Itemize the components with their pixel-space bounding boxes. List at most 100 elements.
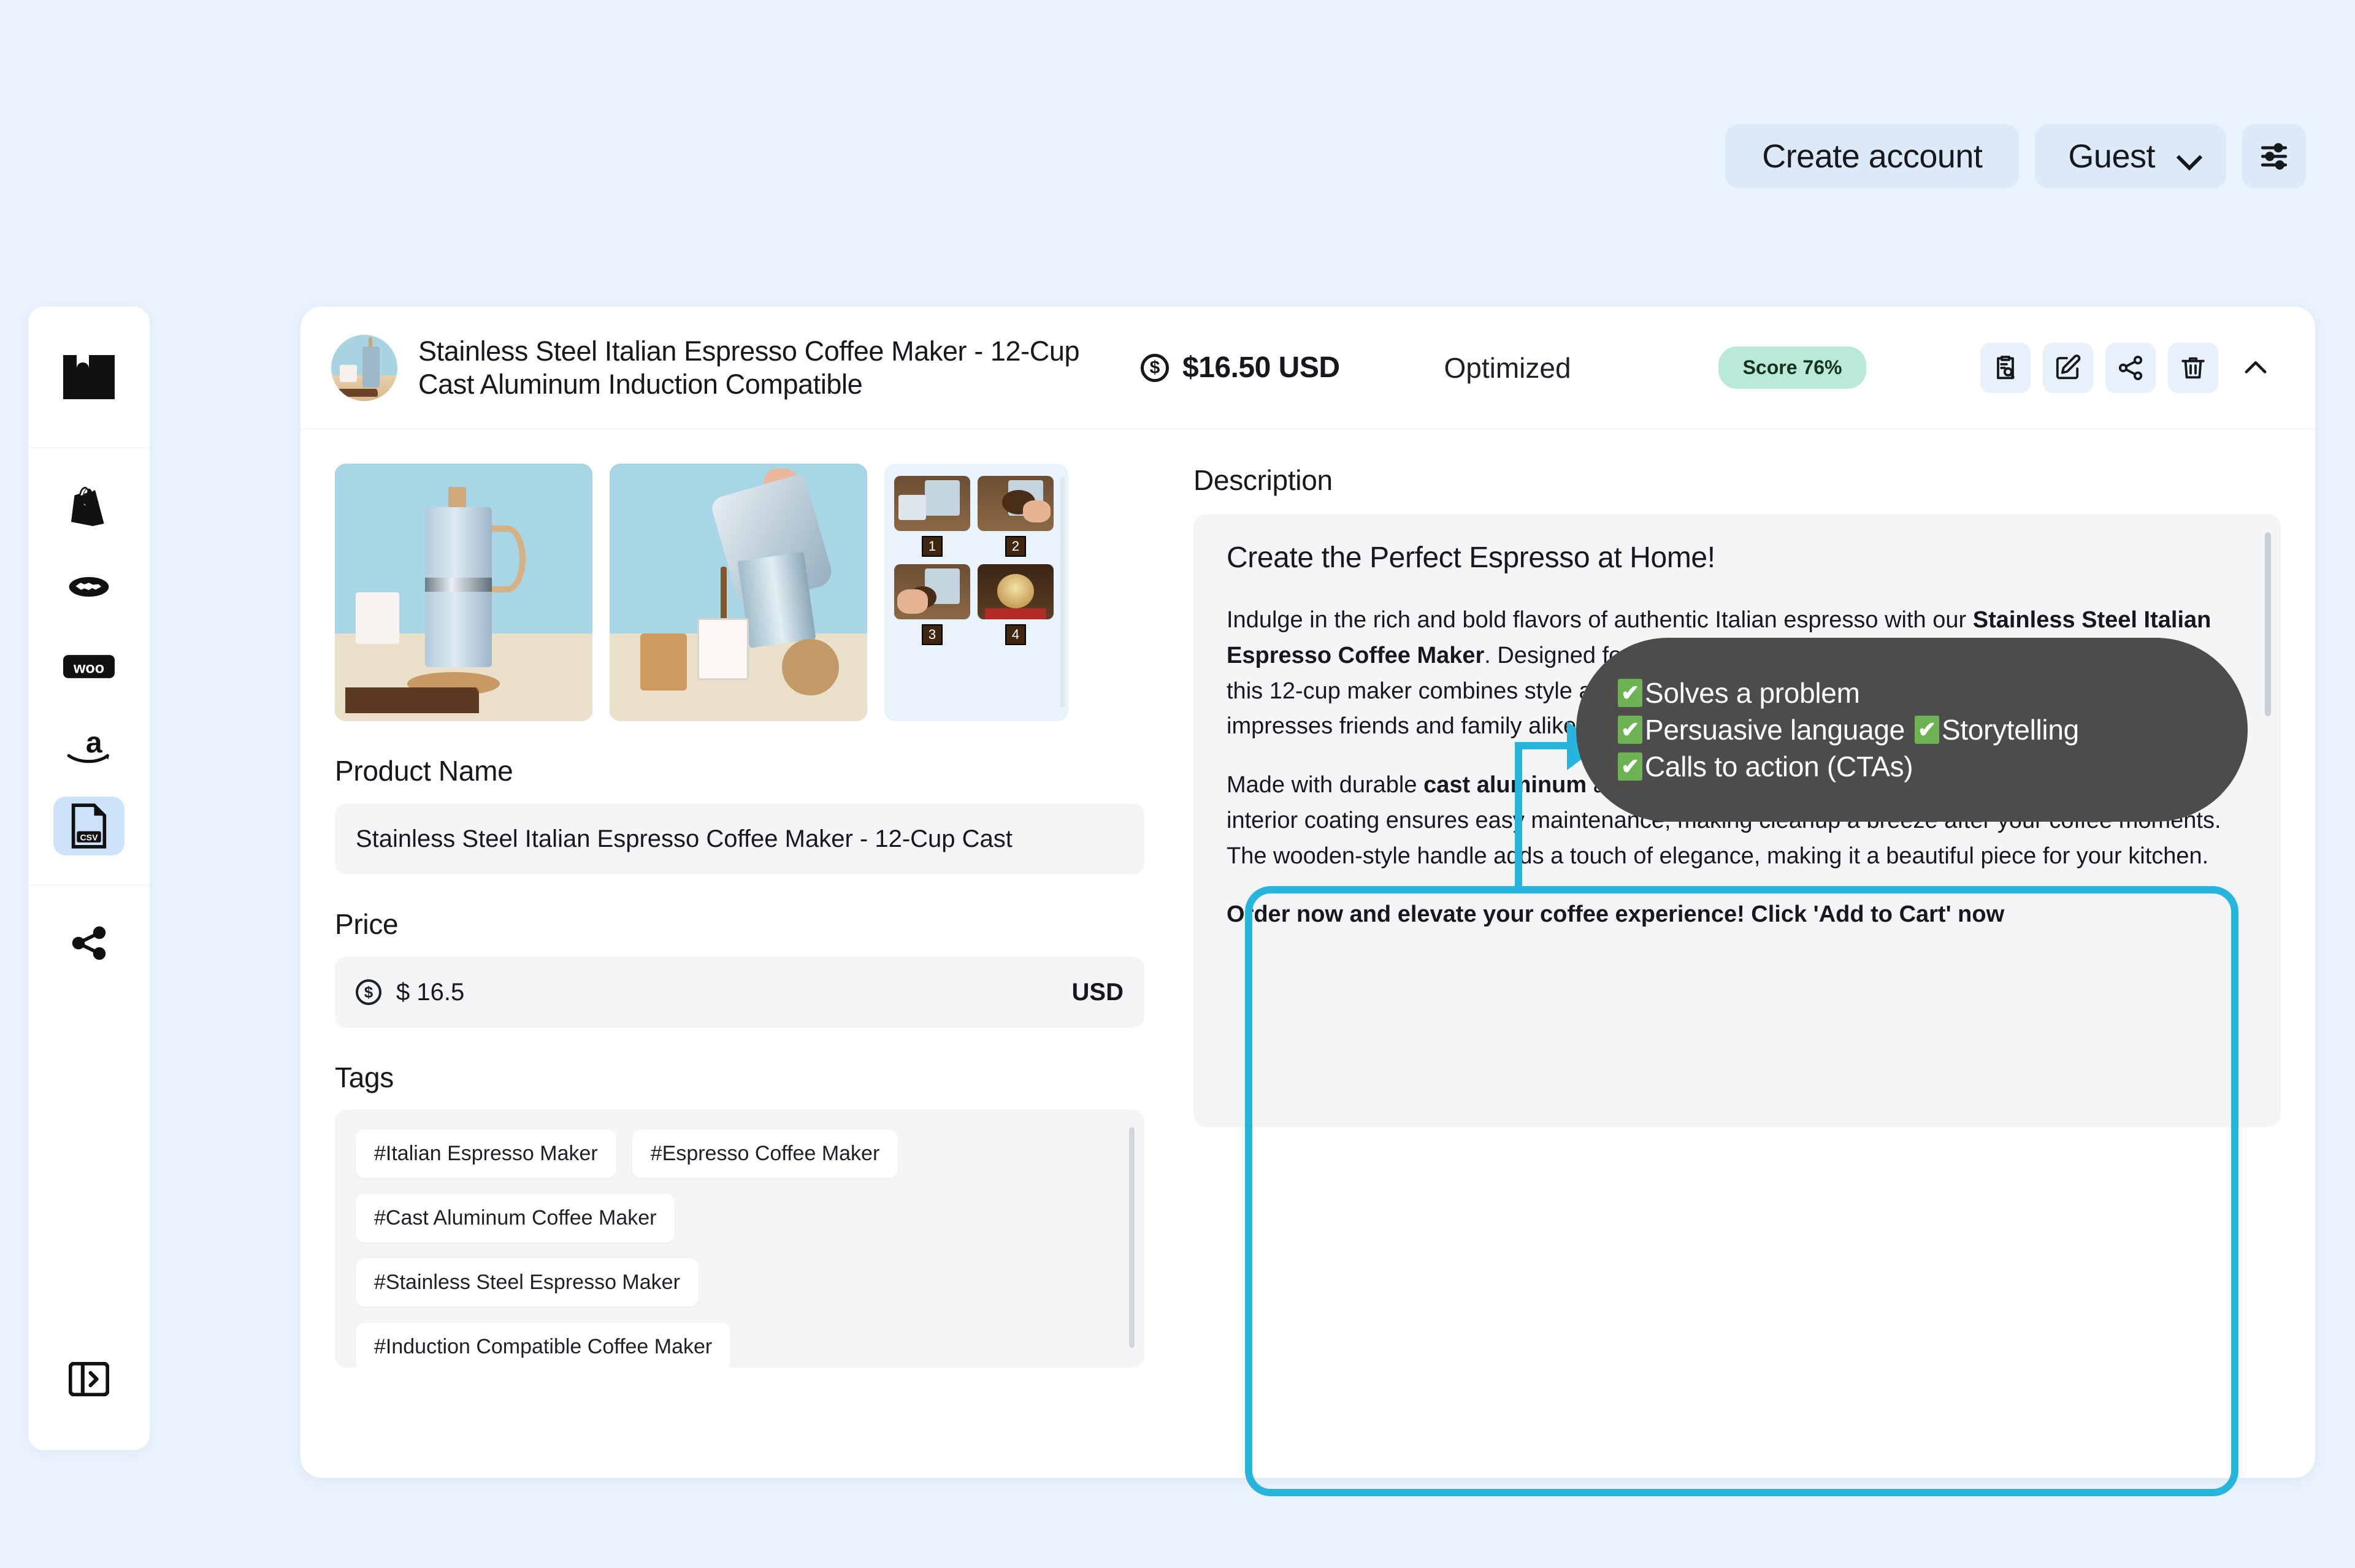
tags-container: #Italian Espresso Maker #Espresso Coffee… — [335, 1110, 1144, 1367]
description-paragraph-3: Order now and elevate your coffee experi… — [1227, 897, 2244, 933]
step-number: 2 — [1005, 536, 1026, 557]
step-thumb — [894, 476, 970, 531]
desc-p3: Order now and elevate your coffee experi… — [1227, 901, 2005, 928]
gallery-image-1[interactable] — [335, 464, 592, 721]
product-header-actions — [1980, 342, 2281, 393]
tooltip-line-3: ✔ Calls to action (CTAs) — [1618, 750, 2206, 783]
sidebar-item-expand-panel[interactable] — [53, 1350, 124, 1409]
score-badge: Score 76% — [1718, 346, 1867, 389]
check-icon: ✔ — [1618, 716, 1642, 744]
check-icon: ✔ — [1618, 752, 1642, 781]
clipboard-search-button[interactable] — [1980, 342, 2031, 393]
create-account-label: Create account — [1762, 138, 1983, 175]
share-icon — [72, 926, 106, 960]
tooltip-line-1: ✔ Solves a problem — [1618, 676, 2206, 709]
tooltip-line-2: ✔ Persuasive language ✔ Storytelling — [1618, 713, 2206, 746]
tags-label: Tags — [335, 1061, 394, 1093]
chevron-up-icon — [2245, 361, 2267, 373]
create-account-button[interactable]: Create account — [1725, 124, 2020, 188]
tag-chip[interactable]: #Cast Aluminum Coffee Maker — [356, 1194, 675, 1242]
gallery-image-3-steps[interactable]: 1 2 3 4 — [884, 464, 1068, 721]
svg-text:CSV: CSV — [80, 833, 99, 843]
tag-chip[interactable]: #Stainless Steel Espresso Maker — [356, 1258, 699, 1307]
tag-chip[interactable]: #Espresso Coffee Maker — [632, 1130, 898, 1178]
sidebar-item-handshake[interactable] — [53, 557, 124, 616]
tag-chip[interactable]: #Induction Compatible Coffee Maker — [356, 1323, 731, 1367]
amazon-icon: a — [67, 726, 109, 763]
app-logo[interactable] — [28, 307, 150, 448]
price-label: Price — [335, 908, 399, 940]
sidebar-item-csv[interactable]: CSV — [53, 797, 124, 855]
tag-row: #Italian Espresso Maker #Espresso Coffee… — [356, 1130, 1124, 1194]
sliders-icon — [2261, 143, 2288, 170]
top-bar: Create account Guest — [0, 0, 2355, 288]
gallery-scrollbar[interactable] — [1060, 477, 1065, 708]
price-value: $ 16.5 — [396, 978, 465, 1006]
product-name-input[interactable]: Stainless Steel Italian Espresso Coffee … — [335, 803, 1144, 874]
desc-p2-a: Made with durable — [1227, 772, 1424, 798]
step-cell: 1 — [894, 476, 970, 557]
n-logo-icon — [63, 355, 115, 399]
gallery-image-2[interactable] — [610, 464, 867, 721]
currency-coin-icon: $ — [1141, 353, 1169, 382]
sidebar-channel-group: woo a CSV — [28, 448, 150, 885]
description-scrollbar[interactable] — [2265, 532, 2271, 716]
product-status: Optimized — [1444, 351, 1571, 384]
product-card: Stainless Steel Italian Espresso Coffee … — [301, 307, 2315, 1478]
step-number: 3 — [922, 624, 943, 645]
step-cell: 3 — [894, 564, 970, 645]
sidebar-item-woocommerce[interactable]: woo — [53, 637, 124, 696]
edit-button[interactable] — [2043, 342, 2093, 393]
sidebar-item-shopify[interactable] — [53, 478, 124, 537]
shopify-icon — [71, 487, 104, 526]
tag-row: #Stainless Steel Espresso Maker — [356, 1258, 1124, 1323]
step-cell: 2 — [978, 476, 1054, 557]
callout-tooltip: ✔ Solves a problem ✔ Persuasive language… — [1576, 638, 2248, 822]
handshake-icon — [69, 576, 109, 597]
top-bar-actions: Create account Guest — [1725, 124, 2306, 188]
delete-button[interactable] — [2168, 342, 2218, 393]
product-left-column: 1 2 3 4 Product Name Stainless Steel Ita… — [335, 464, 1144, 1367]
sidebar-share-group — [28, 885, 150, 1001]
tags-scrollbar[interactable] — [1129, 1127, 1135, 1348]
desc-p1-a: Indulge in the rich and bold flavors of … — [1227, 607, 1973, 633]
settings-sliders-button[interactable] — [2242, 124, 2306, 188]
tag-row: #Induction Compatible Coffee Maker — [356, 1323, 1124, 1367]
currency-coin-icon: $ — [356, 979, 381, 1005]
collapse-button[interactable] — [2231, 343, 2281, 393]
tooltip-line-1-text: Solves a problem — [1645, 677, 1860, 709]
callout-connector-vertical — [1515, 749, 1522, 889]
guest-dropdown[interactable]: Guest — [2035, 124, 2226, 188]
step-cell: 4 — [978, 564, 1054, 645]
product-title: Stainless Steel Italian Espresso Coffee … — [418, 335, 1080, 400]
product-name-label: Product Name — [335, 755, 513, 787]
left-sidebar: woo a CSV — [28, 307, 150, 1450]
expand-panel-icon — [69, 1362, 109, 1396]
product-right-column: Description Create the Perfect Espresso … — [1144, 464, 2281, 1367]
product-price-group: $ $16.50 USD — [1141, 351, 1340, 384]
price-currency: USD — [1071, 978, 1124, 1006]
share-button[interactable] — [2105, 342, 2156, 393]
step-number: 4 — [1005, 624, 1026, 645]
csv-file-icon: CSV — [71, 803, 107, 849]
svg-text:woo: woo — [73, 660, 104, 677]
edit-icon — [2056, 354, 2081, 379]
description-heading: Create the Perfect Espresso at Home! — [1227, 541, 1715, 574]
sidebar-bottom-group — [28, 1350, 150, 1450]
woo-icon: woo — [63, 655, 115, 678]
tag-row: #Cast Aluminum Coffee Maker — [356, 1194, 1124, 1258]
step-thumb — [894, 564, 970, 619]
step-thumb — [978, 564, 1054, 619]
sidebar-item-share[interactable] — [53, 914, 124, 973]
check-icon: ✔ — [1914, 716, 1939, 744]
tag-chip[interactable]: #Italian Espresso Maker — [356, 1130, 616, 1178]
product-avatar — [331, 334, 397, 401]
product-gallery: 1 2 3 4 — [335, 464, 1144, 721]
check-icon: ✔ — [1618, 679, 1642, 707]
sidebar-item-amazon[interactable]: a — [53, 717, 124, 776]
tooltip-line-2b-text: Storytelling — [1941, 714, 2079, 746]
svg-text:a: a — [86, 726, 103, 759]
price-input[interactable]: $ $ 16.5 USD — [335, 957, 1144, 1028]
step-number: 1 — [922, 536, 943, 557]
description-label: Description — [1193, 464, 1333, 496]
